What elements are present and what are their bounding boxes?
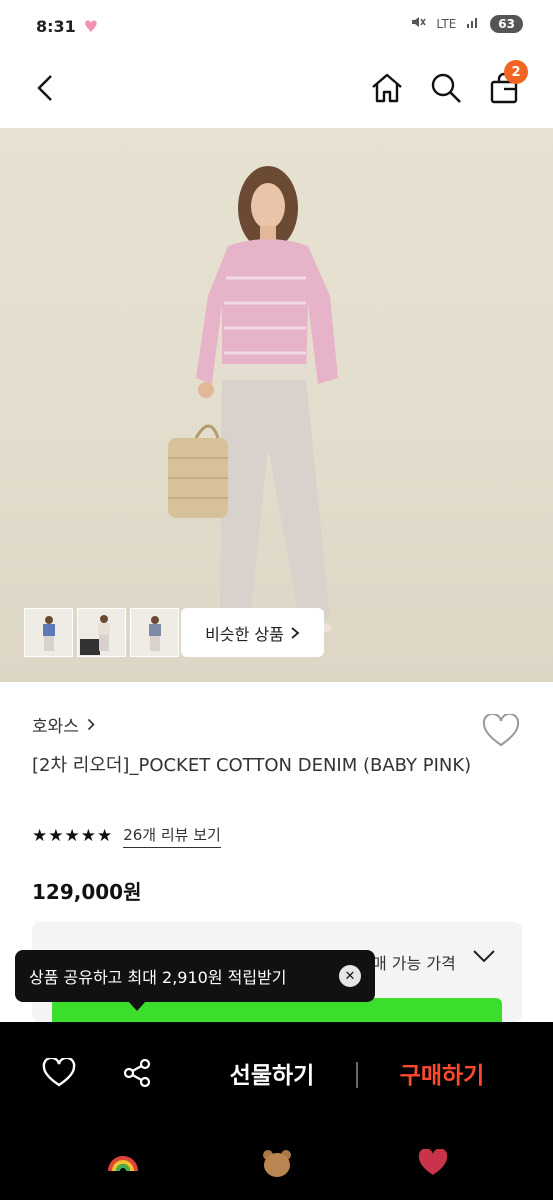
heart-outline-icon xyxy=(42,1058,76,1087)
cart-count-badge: 2 xyxy=(504,60,528,84)
thumbnail-figure-icon xyxy=(42,615,55,651)
tooltip-text: 상품 공유하고 최대 2,910원 적립받기 xyxy=(29,968,287,987)
product-title: [2차 리오더]_POCKET COTTON DENIM (BABY PINK) xyxy=(32,755,472,776)
home-button[interactable] xyxy=(365,66,409,110)
chevron-left-icon xyxy=(37,75,52,101)
thumbnail-figure-icon xyxy=(148,615,161,651)
product-detail-screen: 8:31 ♥ LTE 63 2 비슷한 상품 호와스 [2차 리오더]_POCK… xyxy=(0,0,553,1200)
top-nav: 2 xyxy=(0,52,553,128)
search-button[interactable] xyxy=(424,66,468,110)
battery-badge: 63 xyxy=(490,14,523,33)
chevron-right-icon xyxy=(291,626,300,639)
brand-name: 호와스 xyxy=(32,717,79,737)
share-button[interactable] xyxy=(116,1052,158,1094)
rating-row: ★★★★★ 26개 리뷰 보기 xyxy=(32,824,221,848)
brand-link[interactable]: 호와스 xyxy=(32,712,95,737)
model-photo xyxy=(168,166,338,633)
system-nav-bar xyxy=(0,1130,553,1200)
bottom-action-bar: 선물하기 구매하기 xyxy=(0,1022,553,1130)
chevron-right-icon xyxy=(87,718,95,731)
cart-button[interactable]: 2 xyxy=(482,60,528,110)
similar-products-label: 비슷한 상품 xyxy=(205,624,284,644)
status-time: 8:31 xyxy=(36,16,76,36)
thumbnail-figure-icon xyxy=(79,614,110,655)
close-icon[interactable]: ✕ xyxy=(339,965,361,987)
price-box-label: 매 가능 가격 xyxy=(372,954,456,973)
product-price: 129,000원 xyxy=(32,880,142,904)
share-icon xyxy=(123,1058,151,1088)
thumbnail[interactable] xyxy=(77,608,126,657)
wishlist-button[interactable] xyxy=(480,710,522,752)
heart-app-icon[interactable] xyxy=(416,1148,450,1178)
share-reward-tooltip: 상품 공유하고 최대 2,910원 적립받기 ✕ xyxy=(15,950,375,1002)
home-icon xyxy=(372,73,402,103)
product-image[interactable]: 비슷한 상품 xyxy=(0,128,553,682)
rainbow-app-icon[interactable] xyxy=(106,1148,140,1178)
heart-filled-icon xyxy=(418,1149,448,1175)
mute-icon xyxy=(410,14,426,33)
chevron-down-icon xyxy=(473,950,495,963)
gift-button[interactable]: 선물하기 xyxy=(210,1050,334,1096)
signal-icon xyxy=(466,15,480,32)
heart-notification-icon: ♥ xyxy=(83,16,99,36)
status-bar: 8:31 ♥ LTE 63 xyxy=(0,0,553,52)
review-link[interactable]: 26개 리뷰 보기 xyxy=(123,824,221,848)
rainbow-icon xyxy=(108,1156,138,1172)
heart-outline-icon xyxy=(482,714,520,747)
back-button[interactable] xyxy=(24,66,68,110)
similar-products-button[interactable]: 비슷한 상품 xyxy=(181,608,324,657)
network-label: LTE xyxy=(436,16,457,31)
tooltip-arrow xyxy=(128,1001,146,1011)
bear-app-icon[interactable] xyxy=(260,1148,294,1178)
thumbnail[interactable] xyxy=(130,608,179,657)
like-button[interactable] xyxy=(38,1052,80,1094)
buy-button[interactable]: 구매하기 xyxy=(380,1050,504,1096)
status-indicators: LTE 63 xyxy=(410,14,523,33)
star-rating: ★★★★★ xyxy=(32,826,114,846)
search-icon xyxy=(431,73,461,103)
thumbnail-strip xyxy=(24,608,179,657)
bear-icon xyxy=(263,1150,291,1177)
thumbnail[interactable] xyxy=(24,608,73,657)
divider xyxy=(356,1062,358,1088)
